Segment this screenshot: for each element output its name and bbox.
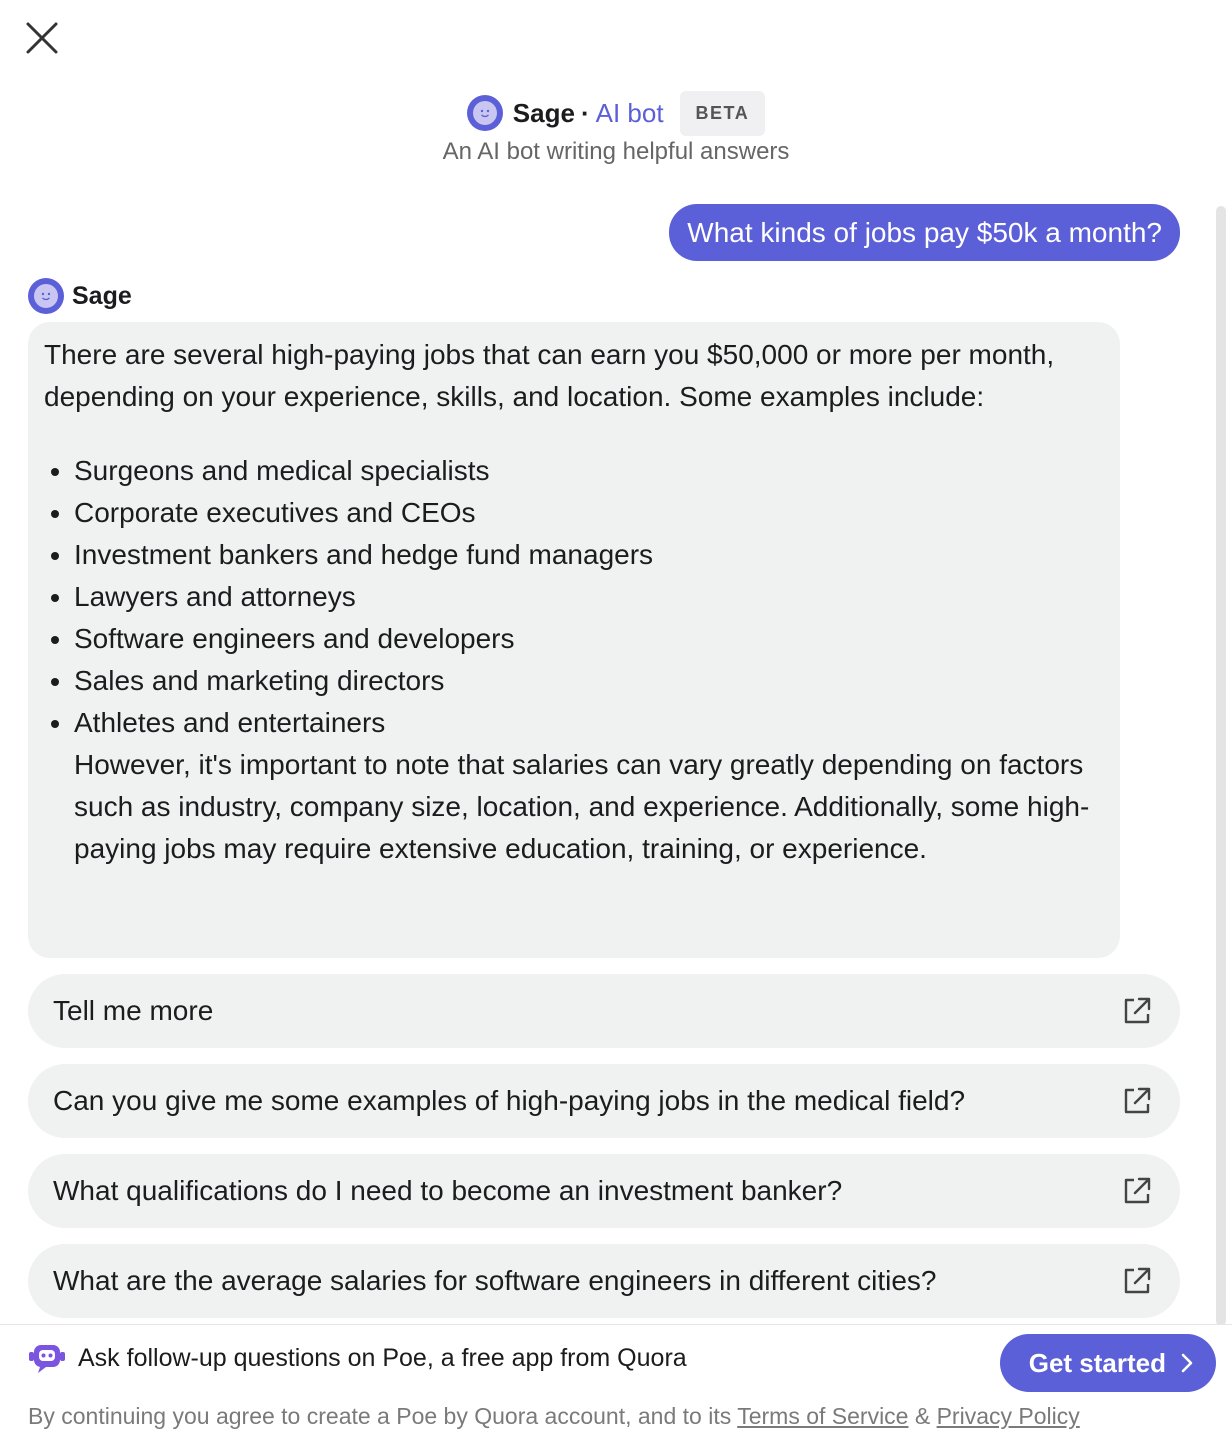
get-started-label: Get started: [1028, 1347, 1166, 1378]
suggestion-label: Can you give me some examples of high-pa…: [53, 1085, 966, 1116]
sage-avatar-icon: [466, 95, 503, 131]
list-item: Software engineers and developers: [74, 618, 1104, 660]
external-link-icon: [1124, 1087, 1151, 1114]
suggestion-button[interactable]: What are the average salaries for softwa…: [28, 1244, 1180, 1318]
bot-kind-link[interactable]: AI bot: [596, 98, 664, 129]
close-button[interactable]: [24, 20, 60, 56]
list-item: Athletes and entertainers: [74, 702, 1104, 744]
list-item: Surgeons and medical specialists: [74, 450, 1104, 492]
legal-notice: By continuing you agree to create a Poe …: [28, 1403, 1080, 1430]
separator-dot: ·: [580, 97, 590, 128]
scrollbar[interactable]: [1216, 206, 1226, 1326]
suggestion-button[interactable]: Can you give me some examples of high-pa…: [28, 1064, 1180, 1138]
user-message: What kinds of jobs pay $50k a month?: [669, 204, 1180, 261]
bot-subtitle: An AI bot writing helpful answers: [442, 138, 790, 165]
answer-outro: However, it's important to note that sal…: [74, 749, 1090, 864]
footer-bar: Ask follow-up questions on Poe, a free a…: [0, 1324, 1232, 1445]
poe-logo-icon: [29, 1345, 65, 1373]
close-icon: [26, 22, 58, 54]
legal-amp: &: [908, 1403, 937, 1429]
legal-text: By continuing you agree to create a Poe …: [28, 1403, 738, 1429]
bot-name: Sage: [512, 97, 575, 128]
suggestion-button[interactable]: Tell me more: [28, 974, 1180, 1048]
list-item: Corporate executives and CEOs: [74, 492, 1104, 534]
get-started-button[interactable]: Get started: [999, 1334, 1216, 1392]
suggestion-label: What qualifications do I need to become …: [53, 1175, 843, 1206]
list-item: Sales and marketing directors: [74, 660, 1104, 702]
footer-message: Ask follow-up questions on Poe, a free a…: [28, 1341, 687, 1375]
footer-message-text: Ask follow-up questions on Poe, a free a…: [78, 1343, 687, 1372]
answer-intro: There are several high-paying jobs that …: [44, 339, 1055, 412]
external-link-icon: [1124, 1177, 1151, 1204]
external-link-icon: [1124, 1267, 1151, 1294]
suggestion-label: Tell me more: [53, 995, 214, 1026]
bot-label-name: Sage: [72, 281, 132, 310]
beta-badge: BETA: [679, 90, 766, 136]
privacy-policy-link[interactable]: Privacy Policy: [937, 1403, 1080, 1429]
answer-list: Surgeons and medical specialists Corpora…: [44, 450, 1104, 744]
external-link-icon: [1124, 997, 1151, 1024]
sage-avatar-icon: [28, 278, 64, 314]
terms-of-service-link[interactable]: Terms of Service: [737, 1403, 908, 1429]
suggested-questions: Tell me more Can you give me some exampl…: [28, 974, 1180, 1334]
bot-answer: There are several high-paying jobs that …: [28, 322, 1120, 958]
bot-header: Sage · AI bot BETA An AI bot writing hel…: [0, 90, 1232, 166]
list-item: Lawyers and attorneys: [74, 576, 1104, 618]
suggestion-label: What are the average salaries for softwa…: [53, 1265, 937, 1296]
chevron-right-icon: [1181, 1353, 1193, 1373]
suggestion-button[interactable]: What qualifications do I need to become …: [28, 1154, 1180, 1228]
list-item: Investment bankers and hedge fund manage…: [74, 534, 1104, 576]
bot-label: Sage: [28, 278, 132, 314]
